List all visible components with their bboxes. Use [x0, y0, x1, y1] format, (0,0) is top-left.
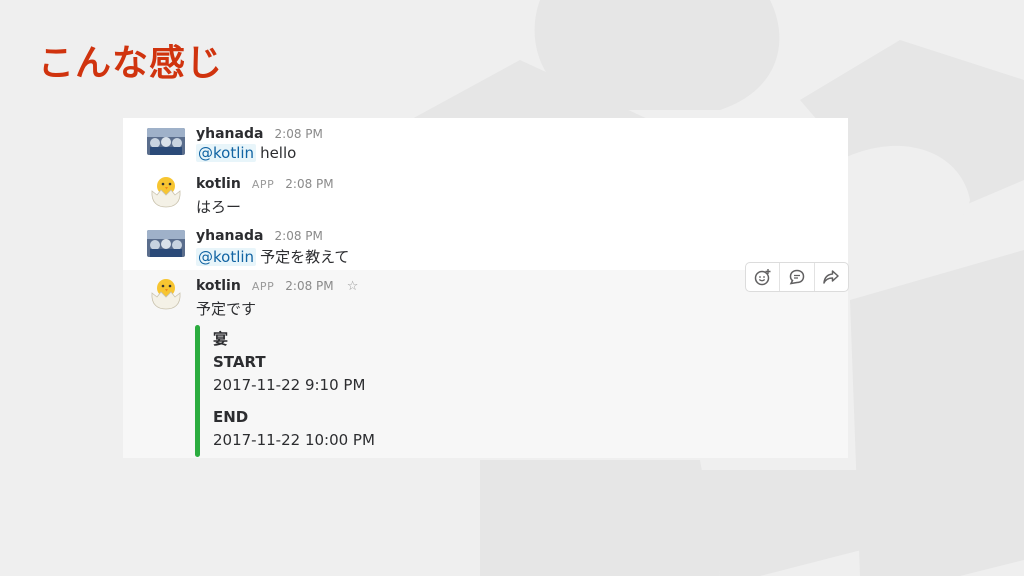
timestamp[interactable]: 2:08 PM: [285, 177, 333, 191]
message-header: kotlin APP 2:08 PM: [196, 173, 334, 192]
author-name[interactable]: yhanada: [196, 126, 263, 142]
app-badge: APP: [251, 280, 275, 293]
message-body: 予定を教えて: [260, 248, 350, 266]
message-header: yhanada 2:08 PM: [196, 123, 323, 142]
hatching-chick-icon: [151, 279, 181, 310]
share-message-icon: [823, 270, 840, 284]
message-item[interactable]: yhanada 2:08 PM @kotlin hello: [123, 118, 848, 168]
hatching-chick-icon: [151, 177, 181, 208]
avatar[interactable]: [147, 171, 185, 209]
message-item[interactable]: yhanada 2:08 PM @kotlin 予定を教えて: [123, 220, 848, 270]
timestamp[interactable]: 2:08 PM: [285, 279, 333, 293]
message-header: yhanada 2:08 PM: [196, 225, 323, 244]
attachment-field-value: 2017-11-22 9:10 PM: [213, 376, 366, 394]
attachment-color-bar: [195, 325, 200, 457]
author-name[interactable]: kotlin: [196, 176, 241, 192]
share-message-button[interactable]: [815, 263, 848, 291]
message-actions-toolbar: [745, 262, 849, 292]
timestamp[interactable]: 2:08 PM: [275, 127, 323, 141]
author-name[interactable]: yhanada: [196, 228, 263, 244]
slide-title: こんな感じ: [38, 43, 224, 84]
attachment-title: 宴: [213, 330, 229, 348]
app-badge: APP: [251, 178, 275, 191]
attachment-field-label: START: [213, 353, 266, 371]
chat-panel: yhanada 2:08 PM @kotlin hello kotlin APP …: [123, 118, 849, 458]
avatar[interactable]: [147, 230, 185, 257]
message-body: hello: [260, 144, 297, 162]
message-text: 予定です: [196, 300, 257, 318]
user-mention[interactable]: @kotlin: [196, 144, 257, 162]
start-thread-icon: [789, 269, 805, 285]
message-item[interactable]: kotlin APP 2:08 PM はろー: [123, 168, 848, 220]
user-mention[interactable]: @kotlin: [196, 248, 257, 266]
message-header: kotlin APP 2:08 PM ☆: [196, 275, 358, 294]
avatar[interactable]: [147, 273, 185, 311]
message-text: @kotlin 予定を教えて: [196, 246, 349, 267]
author-name[interactable]: kotlin: [196, 278, 241, 294]
attachment-field-value: 2017-11-22 10:00 PM: [213, 431, 375, 449]
add-reaction-icon: [754, 269, 771, 286]
timestamp[interactable]: 2:08 PM: [275, 229, 323, 243]
add-reaction-button[interactable]: [746, 263, 781, 291]
message-text: @kotlin hello: [196, 144, 296, 162]
message-text: はろー: [196, 198, 242, 216]
attachment-field-label: END: [213, 408, 249, 426]
avatar[interactable]: [147, 128, 185, 155]
star-outline-icon[interactable]: ☆: [347, 279, 359, 294]
start-thread-button[interactable]: [780, 263, 815, 291]
